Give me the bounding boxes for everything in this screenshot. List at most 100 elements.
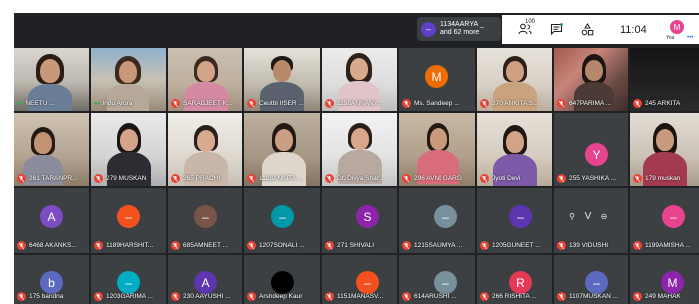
mic-off-icon [402,174,411,183]
participant-tile[interactable]: – 1151MANASV... [322,255,397,304]
participant-tile[interactable]: Arshdeep Kaur [244,255,320,304]
participant-tile[interactable]: 261 TARANPR... [14,113,89,186]
participant-tile[interactable]: b 175 bandna [14,255,89,304]
mic-off-icon [247,241,256,250]
participant-name: 265 PRACHI [183,175,221,182]
participant-tile[interactable]: S 271 SHIVALI [322,188,397,253]
mic-off-icon [633,292,642,301]
participant-name: 261 TARANPR... [29,175,78,182]
mic-off-icon [17,241,26,250]
speaking-indicator-icon: ••• [17,99,23,108]
mic-off-icon [480,99,489,108]
more-participants-avatar: – [421,21,436,37]
participant-name: 255 YASHIKA ... [569,175,617,182]
participant-tile[interactable]: 179 muskan [630,113,699,186]
participant-tile[interactable]: – 1203GARIMA ... [91,255,166,304]
self-label: You [666,35,675,41]
chat-button[interactable] [548,21,564,37]
participant-tile[interactable]: A 230 AAYUSHI ... [168,255,242,304]
participant-avatar: M [425,65,448,88]
more-options-icon[interactable]: ••• [687,35,693,41]
mic-off-icon [557,99,566,108]
participant-avatar: V [584,210,592,222]
participant-avatar: – [509,205,532,228]
participant-tile[interactable]: 1198ANNANY... [322,48,397,111]
mic-off-icon [94,241,103,250]
mic-off-icon [247,292,256,301]
participant-tile[interactable]: ⚲ V ⊖ 139 VIDUSHI [554,188,628,253]
participant-tile[interactable]: 279 MUSKAN [91,113,166,186]
participant-tile[interactable]: 265 PRACHI [168,113,242,186]
mic-off-icon [557,174,566,183]
participant-tile[interactable]: SARABJEET K... [168,48,242,111]
mic-off-icon [247,99,256,108]
participant-name: 685AMNEET ... [183,242,229,249]
participant-tile[interactable]: R 266 RISHITA ... [477,255,552,304]
participant-tile[interactable]: ••• Indu Arora [91,48,166,111]
participant-name: 266 RISHITA ... [492,293,537,300]
participant-tile[interactable]: – 1107MUSKAN ... [554,255,628,304]
participant-tile[interactable]: Ceutbi IISER ... [244,48,320,111]
participant-name: 1207SONALI ... [259,242,305,249]
participant-avatar [271,271,294,294]
participant-avatar: – [434,205,457,228]
mic-off-icon [633,241,642,250]
participant-name: 139 VIDUSHI [569,242,609,249]
participant-tile[interactable]: Y 255 YASHIKA ... [554,113,628,186]
participant-tile[interactable]: 270 ANKITA S... [477,48,552,111]
activities-button[interactable] [579,21,595,37]
mic-off-icon [247,174,256,183]
mic-off-icon [171,241,180,250]
participant-tile[interactable]: – 1207SONALI ... [244,188,320,253]
participants-button[interactable]: 100 [514,19,536,37]
mic-off-icon [325,292,334,301]
self-avatar[interactable]: M [670,20,684,34]
participant-tile[interactable]: Dr. Divya Shar... [322,113,397,186]
participant-name: 1107MUSKAN ... [569,293,619,300]
participant-tile[interactable]: 647PARIMA ... [554,48,628,111]
mic-off-icon [171,292,180,301]
participant-name: 1128ANKITA ... [259,175,303,182]
participant-tile[interactable]: – 1205GUNEET ... [477,188,552,253]
participant-name: NEETU ... [25,100,55,107]
participant-tile[interactable]: M Ms. Sandeep ... [399,48,475,111]
participant-avatar: b [40,271,63,294]
participant-avatar: – [434,271,457,294]
participant-name: 647PARIMA ... [569,100,612,107]
mic-off-icon [480,174,489,183]
participant-name: 271 SHIVALI [337,242,375,249]
participant-tile[interactable]: – 1199AMISHA ... [630,188,699,253]
participant-tile[interactable]: 296 AVNI GARG [399,113,475,186]
meeting-controls: 100 11:04 M You ••• [502,15,699,44]
participant-avatar: A [194,271,217,294]
participant-avatar: M [661,271,684,294]
participant-name: Indu Arora [102,100,133,107]
pin-icon[interactable]: ⚲ [567,212,577,221]
mic-off-icon [402,292,411,301]
participant-tile[interactable]: M 249 MAHAK [630,255,699,304]
more-participants-chip[interactable]: – 1134AARYA _ and 62 more [417,17,501,41]
participant-name: 230 AAYUSHI ... [183,293,231,300]
participant-name: 249 MAHAK [645,293,681,300]
mic-off-icon [171,174,180,183]
participant-tile[interactable]: – 1189HARSHIT... [91,188,166,253]
participant-tile[interactable]: 245 ARKITA [630,48,699,111]
more-options-icon[interactable]: ⊖ [599,212,609,221]
mic-off-icon [480,292,489,301]
mic-off-icon [325,99,334,108]
participant-tile[interactable]: Jyoti Devi [477,113,552,186]
participant-tile[interactable]: – 685AMNEET ... [168,188,242,253]
participant-avatar: – [585,271,608,294]
mic-off-icon [17,292,26,301]
participant-tile[interactable]: 1128ANKITA ... [244,113,320,186]
participant-tile[interactable]: ••• NEETU ... [14,48,89,111]
participant-name: Dr. Divya Shar... [337,175,384,182]
more-participants-line1: 1134AARYA _ [440,21,484,28]
participant-tile[interactable]: A 6468 AKANKS... [14,188,89,253]
mic-off-icon [557,241,566,250]
participant-tile[interactable]: – 614ARUSHI ... [399,255,475,304]
participant-tile[interactable]: – 1215SAUMYA ... [399,188,475,253]
meeting-grid: – 1134AARYA _ and 62 more 100 11:04 M Yo… [14,13,699,304]
more-participants-text: 1134AARYA _ and 62 more [440,21,484,37]
participant-avatar: S [356,205,379,228]
